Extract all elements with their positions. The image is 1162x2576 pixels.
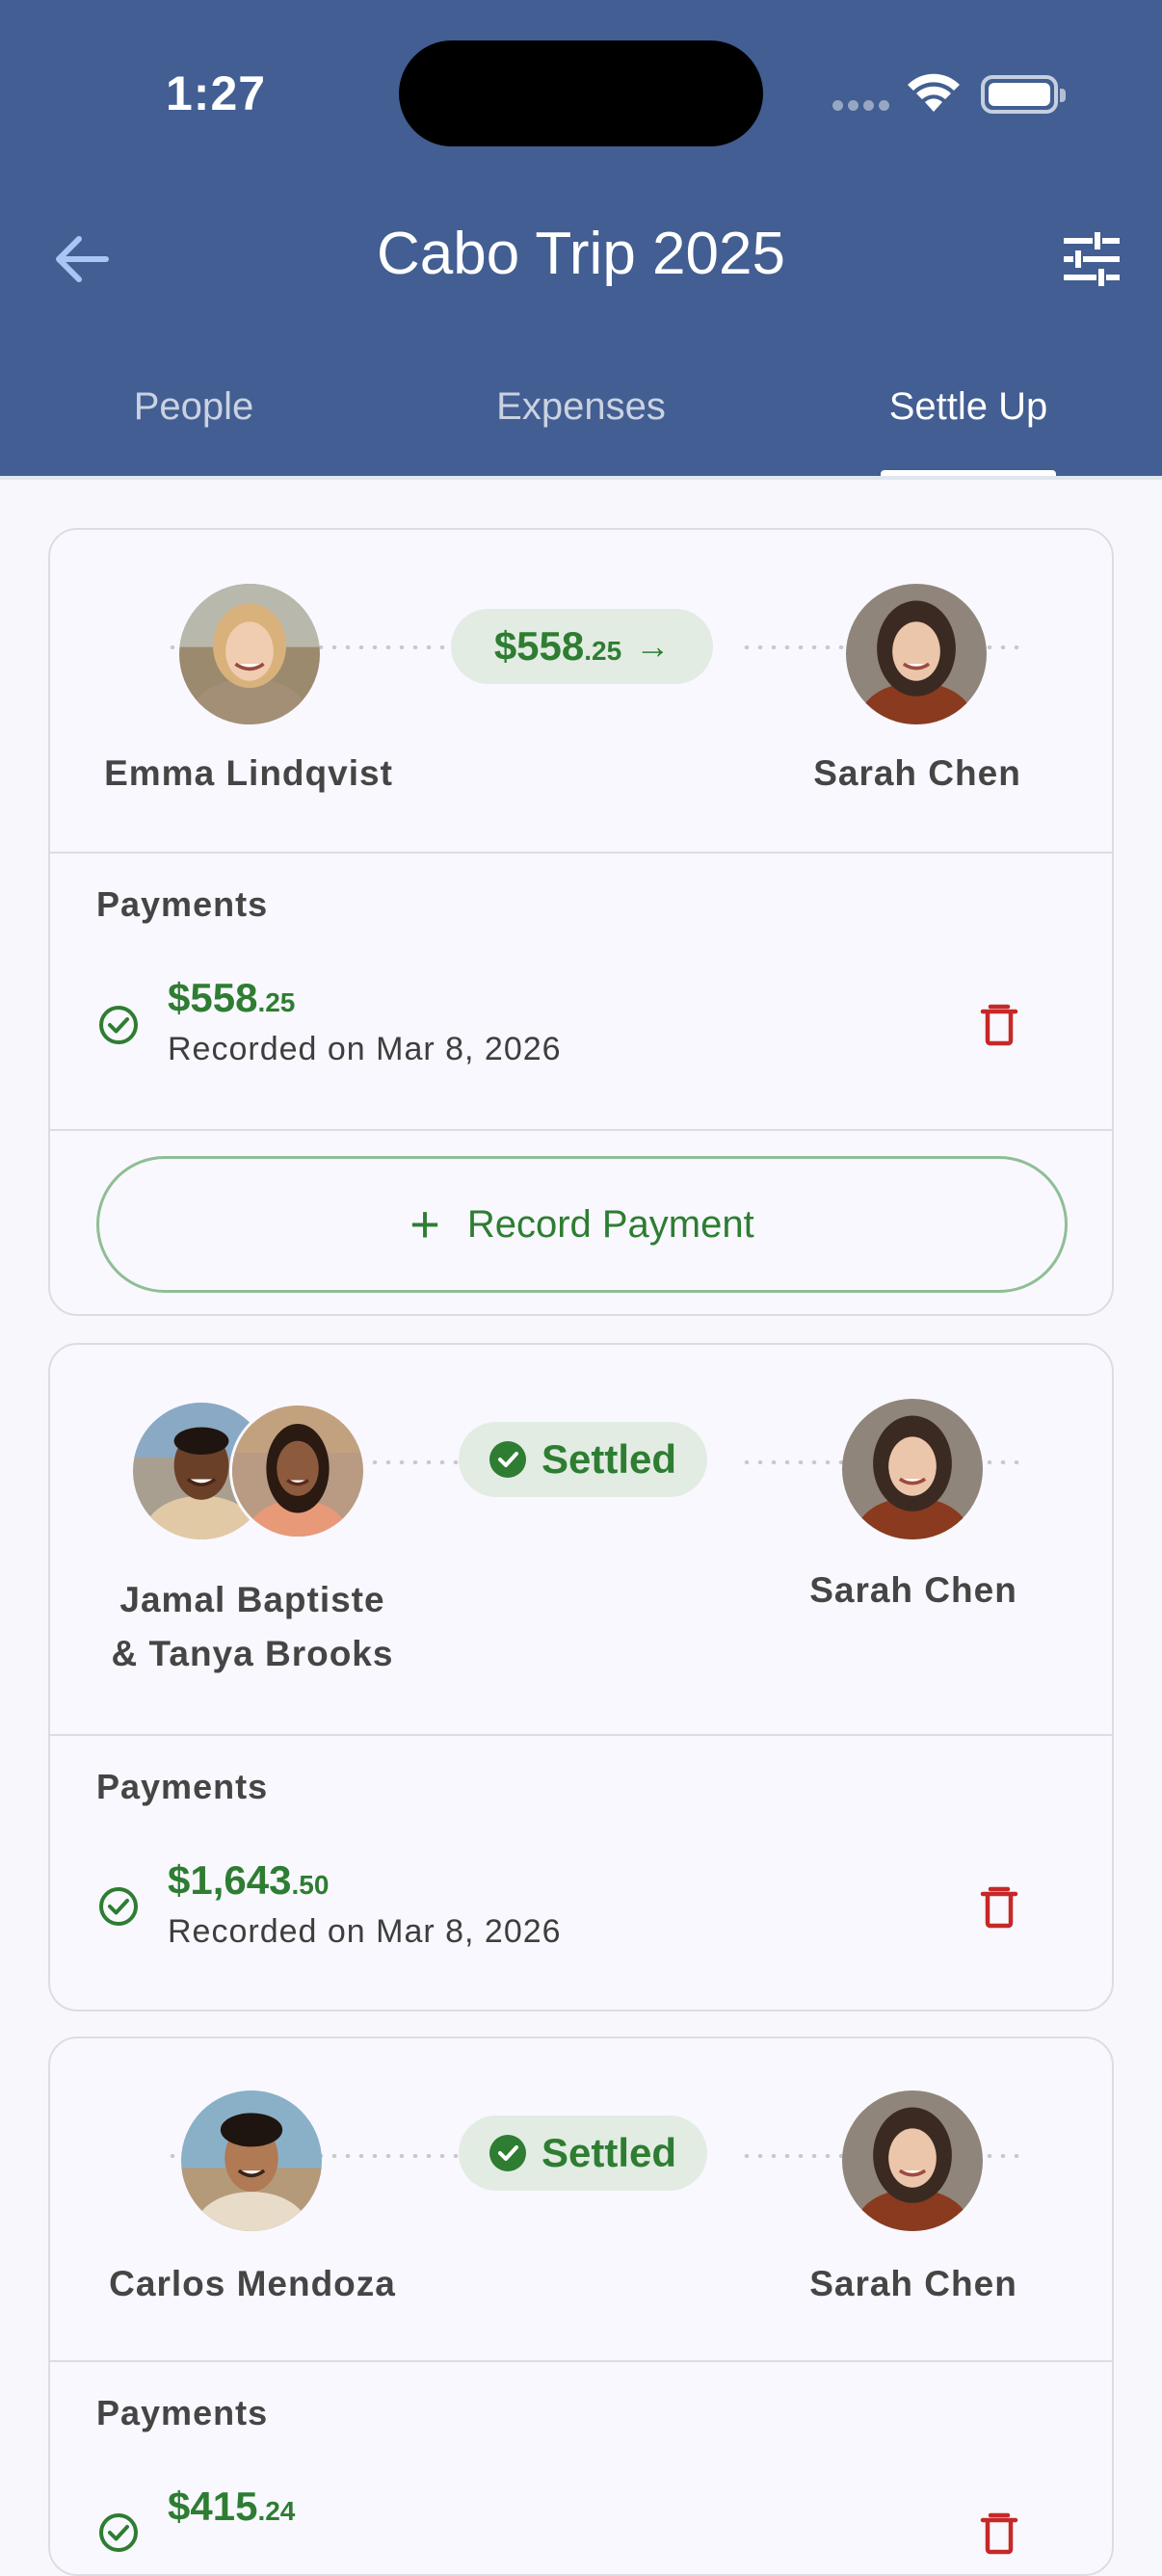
- payment-amount-cents: .25: [257, 987, 296, 1017]
- payments-heading: Payments: [96, 1767, 269, 1806]
- payment-amount-main: $415: [168, 2484, 258, 2529]
- arrow-right-icon: →: [635, 626, 671, 666]
- payments-heading: Payments: [96, 884, 269, 924]
- wifi-icon: [908, 73, 960, 112]
- record-payment-label: Record Payment: [466, 1202, 754, 1246]
- payment-amount-cents: .50: [291, 1870, 330, 1900]
- balance-amount-pill: $558.25 →: [451, 609, 713, 684]
- avatar: [179, 584, 320, 724]
- dynamic-island: [399, 40, 763, 146]
- avatar: [181, 2090, 322, 2231]
- settlement-card: Settled Jamal Baptiste & Tanya Brooks Sa…: [48, 1343, 1114, 2011]
- settled-badge: Settled: [459, 2116, 707, 2191]
- settled-label: Settled: [541, 2130, 677, 2175]
- avatar: [846, 584, 987, 724]
- check-circle-filled-icon: [489, 1441, 526, 1478]
- tab-expenses[interactable]: Expenses: [387, 385, 775, 429]
- settlement-card: Settled Carlos Mendoza Sarah Chen Paymen…: [48, 2037, 1114, 2576]
- sliders-icon[interactable]: [1060, 229, 1123, 289]
- balance-amount-cents: .25: [584, 636, 622, 666]
- cellular-signal-icon: [832, 100, 890, 114]
- payer-name: Jamal Baptiste: [119, 1580, 385, 1619]
- record-payment-button[interactable]: + Record Payment: [96, 1156, 1068, 1293]
- tab-bar: People Expenses Settle Up: [0, 376, 1162, 478]
- tab-people[interactable]: People: [0, 385, 387, 429]
- payer-name: Emma Lindqvist: [104, 753, 393, 793]
- divider: [50, 1734, 1112, 1736]
- tab-settle-up[interactable]: Settle Up: [775, 385, 1162, 429]
- payment-amount-main: $558: [168, 975, 258, 1020]
- payment-amount-cents: .24: [257, 2496, 296, 2526]
- battery-icon: [981, 75, 1066, 114]
- plus-icon: +: [409, 1196, 440, 1253]
- page-title: Cabo Trip 2025: [377, 221, 785, 287]
- check-circle-icon: [99, 1006, 138, 1044]
- payment-amount: $558.25: [168, 975, 295, 1021]
- trash-icon[interactable]: [979, 1884, 1019, 1929]
- trash-icon[interactable]: [979, 1002, 1019, 1046]
- check-circle-filled-icon: [489, 2135, 526, 2171]
- trash-icon[interactable]: [979, 2510, 1019, 2555]
- payment-amount: $1,643.50: [168, 1857, 329, 1904]
- avatar: [842, 1399, 983, 1539]
- payee-name: Sarah Chen: [813, 753, 1021, 793]
- balance-amount: $558: [493, 623, 585, 669]
- app-header: 1:27 Cabo Trip 2025 People Expenses Sett…: [0, 0, 1162, 478]
- payment-amount: $415.24: [168, 2484, 295, 2530]
- avatar: [842, 2090, 983, 2231]
- payee-name: Sarah Chen: [809, 2264, 1017, 2303]
- divider: [50, 852, 1112, 854]
- payer-name-second: & Tanya Brooks: [111, 1634, 394, 1673]
- payment-date: Recorded on Mar 8, 2026: [168, 1031, 562, 1067]
- settlement-card: $558.25 → Emma Lindqvist Sarah Chen Payme…: [48, 528, 1114, 1316]
- check-circle-icon: [99, 2513, 138, 2552]
- divider: [50, 1129, 1112, 1131]
- payment-amount-main: $1,643: [168, 1857, 292, 1903]
- status-time: 1:27: [166, 66, 267, 120]
- divider: [50, 2360, 1112, 2362]
- settled-badge: Settled: [459, 1422, 707, 1497]
- payer-name: Carlos Mendoza: [109, 2264, 396, 2303]
- payment-date: Recorded on Mar 8, 2026: [168, 1913, 562, 1950]
- avatar: [229, 1403, 366, 1539]
- settled-label: Settled: [541, 1436, 677, 1482]
- payee-name: Sarah Chen: [809, 1570, 1017, 1610]
- payments-heading: Payments: [96, 2393, 269, 2432]
- header-divider: [0, 476, 1162, 480]
- check-circle-icon: [99, 1887, 138, 1926]
- status-bar: 1:27: [0, 0, 1162, 193]
